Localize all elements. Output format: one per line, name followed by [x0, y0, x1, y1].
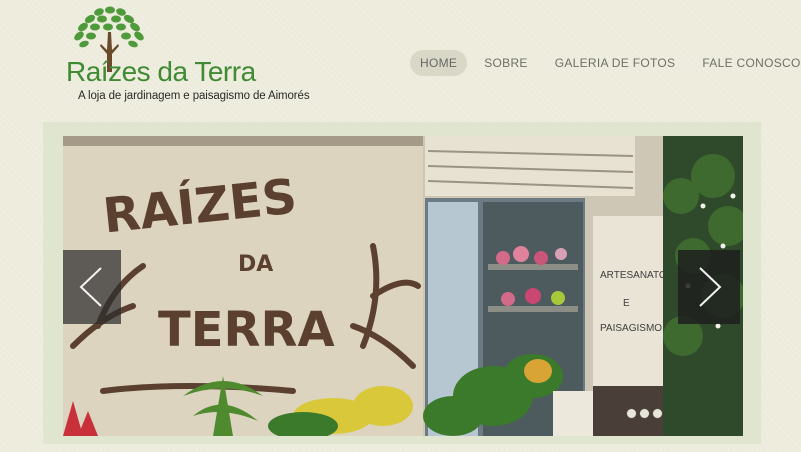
- wall-sign-line3: TERRA: [158, 302, 335, 358]
- slider: ARTESANATO E PAISAGISMO RAÍZES DA TERRA: [63, 136, 743, 436]
- shop-sign-line1: ARTESANATO: [600, 270, 667, 281]
- chevron-left-icon: [79, 267, 102, 307]
- nav-item-sobre[interactable]: SOBRE: [474, 50, 538, 76]
- slider-dot-2[interactable]: [640, 409, 649, 418]
- slider-dot-1[interactable]: [627, 409, 636, 418]
- logo-name: Raízes da Terra: [66, 56, 256, 87]
- slider-pagination: [627, 409, 662, 418]
- main-nav: HOME SOBRE GALERIA DE FOTOS FALE CONOSCO: [410, 50, 801, 76]
- slider-next-button[interactable]: [678, 250, 740, 324]
- slider-frame: ARTESANATO E PAISAGISMO RAÍZES DA TERRA: [43, 122, 761, 444]
- nav-item-home[interactable]: HOME: [410, 50, 468, 76]
- logo-tagline: A loja de jardinagem e paisagismo de Aim…: [78, 90, 310, 102]
- shop-sign-line3: PAISAGISMO: [600, 323, 662, 334]
- nav-item-galeria-de-fotos[interactable]: GALERIA DE FOTOS: [545, 50, 686, 76]
- slider-dot-3[interactable]: [653, 409, 662, 418]
- wall-sign-line2: DA: [238, 252, 273, 277]
- nav-item-fale-conosco[interactable]: FALE CONOSCO: [692, 50, 801, 76]
- site-logo[interactable]: Raízes da Terra A loja de jardinagem e p…: [66, 6, 316, 106]
- shop-sign-line2: E: [623, 298, 630, 309]
- slider-prev-button[interactable]: [63, 250, 121, 324]
- chevron-right-icon: [699, 267, 722, 307]
- storefront-photo: ARTESANATO E PAISAGISMO RAÍZES DA TERRA: [63, 136, 743, 436]
